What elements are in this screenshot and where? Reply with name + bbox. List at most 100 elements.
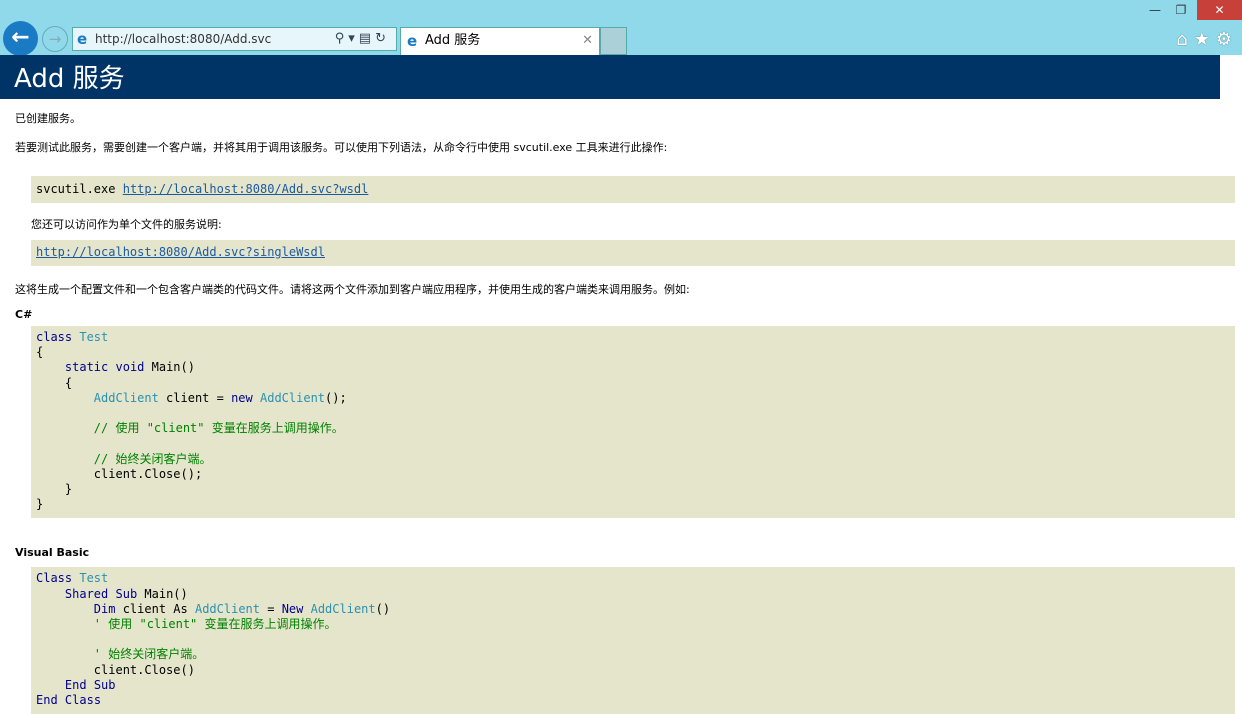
- code-token: // 始终关闭客户端。: [94, 452, 212, 466]
- code-token: ();: [325, 391, 347, 405]
- code-line: [36, 632, 1230, 647]
- code-token: ' 始终关闭客户端。: [94, 647, 204, 661]
- csharp-heading: C#: [15, 308, 1235, 321]
- code-token: Dim: [94, 602, 116, 616]
- generate-note: 这将生成一个配置文件和一个包含客户端类的代码文件。请将这两个文件添加到客户端应用…: [15, 281, 1235, 297]
- code-line: client.Close(): [36, 663, 1230, 678]
- code-line: {: [36, 376, 1230, 391]
- ie-tab-icon: e: [407, 28, 417, 54]
- code-token: =: [260, 602, 282, 616]
- code-token: [36, 421, 94, 435]
- forward-button[interactable]: →: [42, 26, 68, 52]
- code-token: (): [376, 602, 390, 616]
- wsdl-link[interactable]: http://localhost:8080/Add.svc?wsdl: [123, 182, 369, 196]
- new-tab-button[interactable]: [600, 27, 627, 55]
- code-line: End Sub: [36, 678, 1230, 693]
- code-token: ' 使用 "client" 变量在服务上调用操作。: [94, 617, 337, 631]
- restore-button[interactable]: ❐: [1168, 0, 1194, 20]
- code-line: Shared Sub Main(): [36, 587, 1230, 602]
- code-line: ' 使用 "client" 变量在服务上调用操作。: [36, 617, 1230, 632]
- code-line: [36, 436, 1230, 451]
- code-token: [36, 587, 65, 601]
- code-token: }: [36, 497, 43, 511]
- single-wsdl-link[interactable]: http://localhost:8080/Add.svc?singleWsdl: [36, 245, 325, 259]
- code-token: client.Close();: [36, 467, 202, 481]
- refresh-icon[interactable]: ↻: [375, 31, 390, 46]
- code-line: Dim client As AddClient = New AddClient(…: [36, 602, 1230, 617]
- code-token: client As: [115, 602, 194, 616]
- code-token: End: [36, 693, 58, 707]
- code-token: [36, 602, 94, 616]
- code-token: [36, 647, 94, 661]
- tab-title: Add 服务: [425, 33, 480, 48]
- csharp-code-block: class Test{ static void Main() { AddClie…: [31, 326, 1235, 518]
- code-token: [36, 452, 94, 466]
- code-token: Main(): [137, 587, 188, 601]
- vb-code-block: Class Test Shared Sub Main() Dim client …: [31, 567, 1235, 714]
- code-token: AddClient: [195, 602, 260, 616]
- browser-chrome: ← → e http://localhost:8080/Add.svc ⚲▾▤↻…: [0, 0, 1242, 55]
- code-token: New: [282, 602, 304, 616]
- code-line: Class Test: [36, 571, 1230, 586]
- search-icon[interactable]: ⚲: [335, 31, 349, 46]
- code-token: }: [36, 482, 72, 496]
- gear-icon[interactable]: ⚙: [1216, 29, 1238, 50]
- page-content: 已创建服务。 若要测试此服务，需要创建一个客户端，并将其用于调用该服务。可以使用…: [15, 110, 1235, 714]
- code-line: [36, 406, 1230, 421]
- code-line: ' 始终关闭客户端。: [36, 647, 1230, 662]
- created-text: 已创建服务。: [15, 110, 1235, 126]
- code-token: [36, 406, 43, 420]
- code-line: // 始终关闭客户端。: [36, 452, 1230, 467]
- tab-add-service[interactable]: e Add 服务 ✕: [400, 27, 600, 55]
- code-token: [303, 602, 310, 616]
- code-token: [87, 678, 94, 692]
- code-line: AddClient client = new AddClient();: [36, 391, 1230, 406]
- code-token: Class: [65, 693, 101, 707]
- code-line: client.Close();: [36, 467, 1230, 482]
- vb-heading: Visual Basic: [15, 546, 1235, 559]
- code-token: [58, 693, 65, 707]
- code-token: class: [36, 330, 72, 344]
- minimize-button[interactable]: —: [1142, 0, 1168, 20]
- code-token: {: [36, 376, 72, 390]
- close-tab-icon[interactable]: ✕: [582, 28, 593, 54]
- code-token: Sub: [94, 678, 116, 692]
- compat-view-icon[interactable]: ▤: [359, 31, 375, 46]
- code-token: client.Close(): [36, 663, 195, 677]
- url-text: http://localhost:8080/Add.svc: [95, 32, 271, 46]
- address-tools[interactable]: ⚲▾▤↻: [335, 28, 390, 50]
- code-line: }: [36, 482, 1230, 497]
- code-token: [108, 360, 115, 374]
- code-token: AddClient: [260, 391, 325, 405]
- code-token: [36, 436, 43, 450]
- code-token: [108, 587, 115, 601]
- code-token: Sub: [116, 587, 138, 601]
- close-window-button[interactable]: ✕: [1197, 0, 1242, 20]
- code-line: static void Main(): [36, 360, 1230, 375]
- home-icon[interactable]: ⌂: [1176, 29, 1193, 50]
- code-token: {: [36, 345, 43, 359]
- single-wsdl-block: http://localhost:8080/Add.svc?singleWsdl: [31, 240, 1235, 266]
- svcutil-command: svcutil.exe: [36, 182, 115, 196]
- code-token: Shared: [65, 587, 108, 601]
- page-title: Add 服务: [0, 55, 1220, 99]
- address-bar[interactable]: e http://localhost:8080/Add.svc ⚲▾▤↻: [72, 27, 397, 51]
- code-token: Test: [79, 330, 108, 344]
- code-line: End Class: [36, 693, 1230, 708]
- code-token: [36, 360, 65, 374]
- code-token: // 使用 "client" 变量在服务上调用操作。: [94, 421, 344, 435]
- star-icon[interactable]: ★: [1194, 29, 1216, 50]
- code-token: [36, 617, 94, 631]
- code-token: Test: [79, 571, 108, 585]
- code-line: class Test: [36, 330, 1230, 345]
- code-token: client =: [159, 391, 231, 405]
- dropdown-icon[interactable]: ▾: [348, 31, 359, 46]
- code-token: [253, 391, 260, 405]
- code-token: [36, 632, 43, 646]
- code-line: // 使用 "client" 变量在服务上调用操作。: [36, 421, 1230, 436]
- single-file-note: 您还可以访问作为单个文件的服务说明:: [31, 216, 1235, 232]
- code-token: void: [116, 360, 145, 374]
- back-button[interactable]: ←: [3, 21, 38, 56]
- code-token: static: [65, 360, 108, 374]
- code-token: Class: [36, 571, 72, 585]
